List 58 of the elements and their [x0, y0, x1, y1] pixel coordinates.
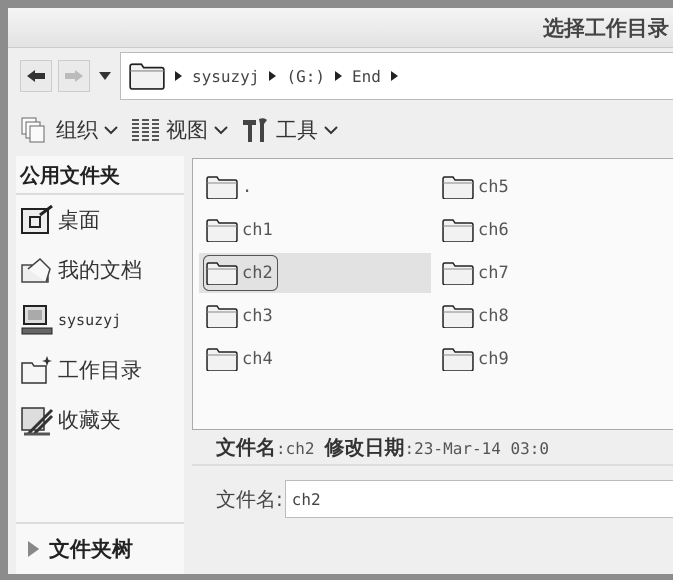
file-item[interactable]: ch9: [435, 339, 667, 379]
toolbar-button[interactable]: 视图: [130, 116, 228, 144]
folder-icon: [442, 218, 474, 242]
expand-arrow-icon: [28, 541, 40, 557]
arrow-left-icon: [26, 69, 46, 83]
desktop-icon: [20, 205, 54, 235]
breadcrumb[interactable]: sysuzyj: [192, 66, 260, 86]
folder-icon: [206, 304, 238, 328]
address-bar[interactable]: sysuzyj (G:) End: [120, 52, 673, 100]
triangle-right-icon: [175, 71, 182, 81]
toolbar-button[interactable]: 组织: [20, 116, 118, 144]
hammer-wrench-icon: [240, 116, 270, 144]
triangle-right-icon: [269, 71, 276, 81]
file-item[interactable]: ch6: [435, 210, 667, 250]
folder-icon: [206, 174, 238, 200]
filename-label: 文件名:: [216, 486, 283, 512]
breadcrumb[interactable]: End: [352, 66, 381, 86]
sidebar-item[interactable]: 工作目录: [58, 356, 142, 384]
toolbar-button[interactable]: 工具: [240, 116, 338, 144]
sidebar-item[interactable]: 桌面: [58, 206, 100, 234]
file-item[interactable]: ch3: [199, 296, 431, 336]
file-item[interactable]: ch8: [435, 296, 667, 336]
back-button[interactable]: [20, 60, 52, 92]
sidebar-item[interactable]: 收藏夹: [58, 406, 121, 434]
folder-icon: [442, 260, 474, 286]
folder-icon: [129, 62, 165, 90]
arrow-right-icon: [64, 69, 84, 83]
triangle-right-icon: [334, 71, 342, 81]
computer-icon: [20, 304, 54, 336]
file-item[interactable]: ch7: [435, 253, 667, 293]
chevron-down-icon: [214, 126, 228, 134]
folder-icon: [206, 218, 238, 242]
file-detail: 修改日期:23-Mar-14 03:0: [324, 434, 550, 460]
new-folder-icon: [20, 355, 54, 385]
file-item[interactable]: ch1: [199, 210, 431, 250]
triangle-right-icon: [390, 71, 398, 81]
open-folder-icon: [20, 255, 54, 285]
sidebar-item[interactable]: sysuzyj: [58, 311, 122, 329]
history-dropdown-icon[interactable]: [98, 71, 112, 81]
file-item[interactable]: ch5: [435, 167, 667, 207]
folder-tree-toggle[interactable]: 文件夹树: [49, 535, 134, 563]
folder-icon: [442, 304, 474, 328]
filename-field[interactable]: ch2: [284, 480, 673, 518]
list-view-icon: [130, 117, 160, 143]
breadcrumb[interactable]: (G:): [286, 66, 325, 86]
folder-icon: [206, 260, 238, 286]
chevron-down-icon: [104, 126, 118, 134]
sidebar-header: 公用文件夹: [16, 156, 184, 195]
file-detail: 文件名:ch2: [216, 434, 315, 460]
file-item[interactable]: ch4: [199, 339, 431, 379]
chevron-down-icon: [324, 126, 338, 134]
window-title: 选择工作目录: [543, 14, 669, 42]
file-item[interactable]: ch2: [199, 253, 431, 293]
file-item[interactable]: .: [199, 167, 431, 207]
sidebar-item[interactable]: 我的文档: [58, 256, 142, 284]
folder-icon: [206, 346, 238, 372]
folder-icon: [442, 346, 474, 372]
folder-icon: [442, 174, 474, 200]
